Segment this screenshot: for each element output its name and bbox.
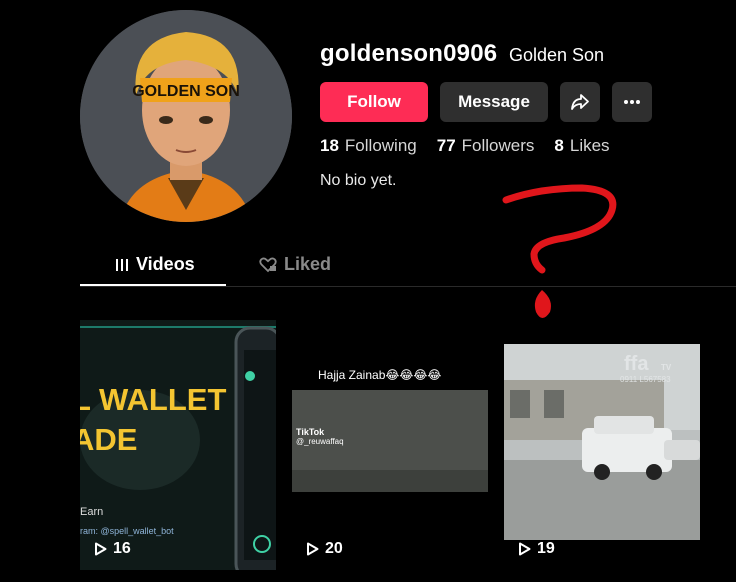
- profile-bio: No bio yet.: [320, 172, 397, 189]
- svg-text:TV: TV: [661, 363, 672, 372]
- play-icon: [519, 542, 531, 556]
- stat-likes: 8 Likes: [554, 136, 609, 156]
- heart-lock-icon: [259, 257, 277, 272]
- tab-videos-label: Videos: [136, 254, 195, 274]
- view-count: 16: [94, 540, 131, 558]
- share-arrow-icon: [571, 94, 589, 110]
- svg-text:0911 L567583: 0911 L567583: [620, 375, 671, 384]
- tiktok-logo-text: TikTok: [296, 427, 325, 437]
- message-button[interactable]: Message: [440, 82, 548, 122]
- view-count-value: 20: [325, 540, 343, 557]
- stat-following[interactable]: 18 Following: [320, 136, 417, 156]
- svg-text:ffa: ffa: [624, 353, 649, 375]
- more-options-button[interactable]: [612, 82, 652, 122]
- likes-label: Likes: [569, 136, 610, 155]
- video-bot-link: ram: @spell_wallet_bot: [80, 526, 174, 536]
- view-count: 20: [306, 540, 343, 558]
- view-count: 19: [518, 540, 555, 558]
- profile-avatar[interactable]: GOLDEN SON: [80, 10, 292, 222]
- tab-videos[interactable]: Videos: [115, 254, 195, 275]
- tiktok-watermark: TikTok @_reuwaffaq: [296, 427, 344, 447]
- profile-nickname: Golden Son: [509, 45, 605, 65]
- stat-followers[interactable]: 77 Followers: [437, 136, 535, 156]
- video-card[interactable]: ffa TV 0911 L567583 19: [504, 320, 700, 570]
- share-button[interactable]: [560, 82, 600, 122]
- video-overlay-text: L WALLET ADE: [80, 380, 226, 460]
- video-card[interactable]: Hajja Zainab😂😂😂😂 TikTok @_reuwaffaq 20: [292, 320, 488, 570]
- video-caption: Hajja Zainab😂😂😂😂: [318, 368, 442, 382]
- followers-label: Followers: [461, 136, 535, 155]
- tab-divider: [80, 286, 736, 287]
- tiktok-handle: @_reuwaffaq: [296, 437, 344, 446]
- follow-button[interactable]: Follow: [320, 82, 428, 122]
- video-earn-text: Earn: [80, 506, 104, 518]
- view-count-value: 19: [537, 540, 555, 557]
- avatar-image: GOLDEN SON: [80, 10, 292, 222]
- likes-count: 8: [554, 136, 564, 155]
- profile-username: goldenson0906: [320, 40, 498, 67]
- play-icon: [307, 542, 319, 556]
- tab-liked[interactable]: Liked: [259, 254, 331, 275]
- video-card[interactable]: L WALLET ADE Earn ram: @spell_wallet_bot…: [80, 320, 276, 570]
- view-count-value: 16: [113, 540, 131, 557]
- overlay-line-1: L WALLET: [80, 382, 227, 417]
- profile-stats: 18 Following 77 Followers 8 Likes: [320, 136, 610, 156]
- svg-text:GOLDEN SON: GOLDEN SON: [132, 83, 240, 100]
- video-thumbnail: ffa TV 0911 L567583: [504, 320, 700, 570]
- tab-liked-label: Liked: [284, 254, 332, 274]
- following-label: Following: [344, 136, 417, 155]
- following-count: 18: [320, 136, 339, 155]
- followers-count: 77: [436, 136, 456, 155]
- play-icon: [95, 542, 107, 556]
- grid-bars-icon: [116, 258, 128, 271]
- more-dots-icon: [624, 100, 640, 104]
- overlay-line-2: ADE: [80, 422, 138, 457]
- question-mark-annotation: [502, 184, 617, 318]
